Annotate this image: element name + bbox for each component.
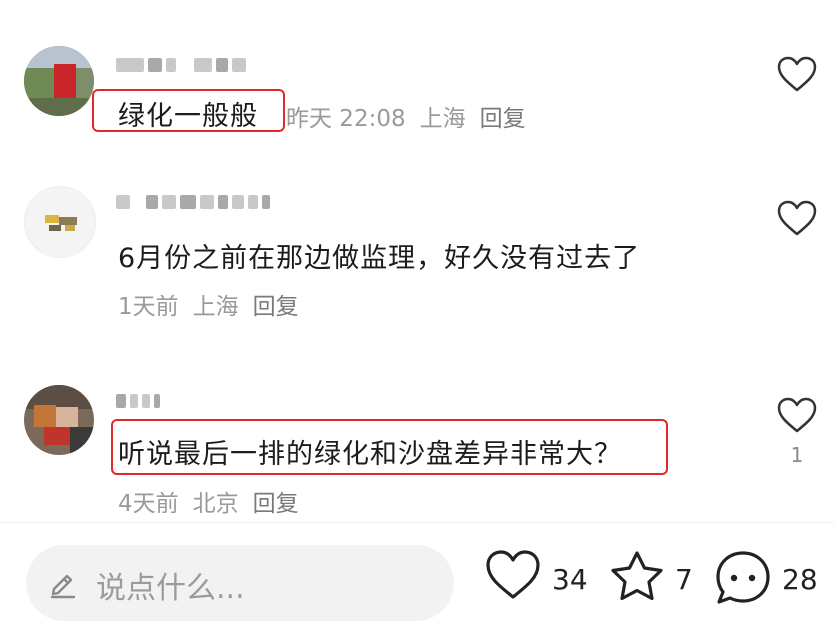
comment-text: 听说最后一排的绿化和沙盘差异非常大？ xyxy=(118,439,622,470)
comment-time: 昨天 22:08 xyxy=(286,106,406,132)
comment-action[interactable]: 28 xyxy=(714,549,824,609)
comment-text: 绿化一般般 xyxy=(118,101,258,132)
comment-count: 28 xyxy=(782,563,818,596)
comment-time: 1天前 xyxy=(118,294,179,320)
favorite-count: 7 xyxy=(675,563,693,596)
comment-location: 北京 xyxy=(192,491,239,517)
comment-text: 6月份之前在那边做监理，好久没有过去了 xyxy=(118,243,641,274)
heart-icon[interactable] xyxy=(776,396,818,434)
like-action[interactable]: 34 xyxy=(484,549,594,609)
like-count: 1 xyxy=(790,443,804,467)
avatar[interactable] xyxy=(24,385,94,455)
bottom-action-bar: 说点什么... 34 7 28 xyxy=(0,523,834,622)
reply-button[interactable]: 回复 xyxy=(253,491,299,517)
username-blurred[interactable] xyxy=(116,192,270,212)
username-blurred[interactable] xyxy=(116,55,246,75)
comment-input-placeholder: 说点什么... xyxy=(96,571,245,606)
star-outline-icon xyxy=(611,551,663,601)
comment-time: 4天前 xyxy=(118,491,179,517)
reply-button[interactable]: 回复 xyxy=(253,294,299,320)
comment-meta: 1天前 上海 回复 xyxy=(118,287,299,321)
comment-location: 上海 xyxy=(192,294,239,320)
avatar[interactable] xyxy=(24,186,96,258)
like-count: 34 xyxy=(552,563,588,596)
heart-icon[interactable] xyxy=(776,55,818,93)
heart-icon[interactable] xyxy=(776,199,818,237)
comment-meta: 昨天 22:08 上海 回复 xyxy=(286,99,526,133)
avatar[interactable] xyxy=(24,46,94,116)
comment-bubble-icon xyxy=(716,551,770,604)
comment-input[interactable]: 说点什么... xyxy=(26,545,454,621)
heart-outline-icon xyxy=(486,550,540,599)
comment-meta: 4天前 北京 回复 xyxy=(118,484,299,518)
favorite-action[interactable]: 7 xyxy=(608,549,700,609)
comment-location: 上海 xyxy=(419,106,466,132)
username-blurred[interactable] xyxy=(116,391,160,411)
pencil-icon xyxy=(50,574,76,599)
reply-button[interactable]: 回复 xyxy=(480,106,526,132)
